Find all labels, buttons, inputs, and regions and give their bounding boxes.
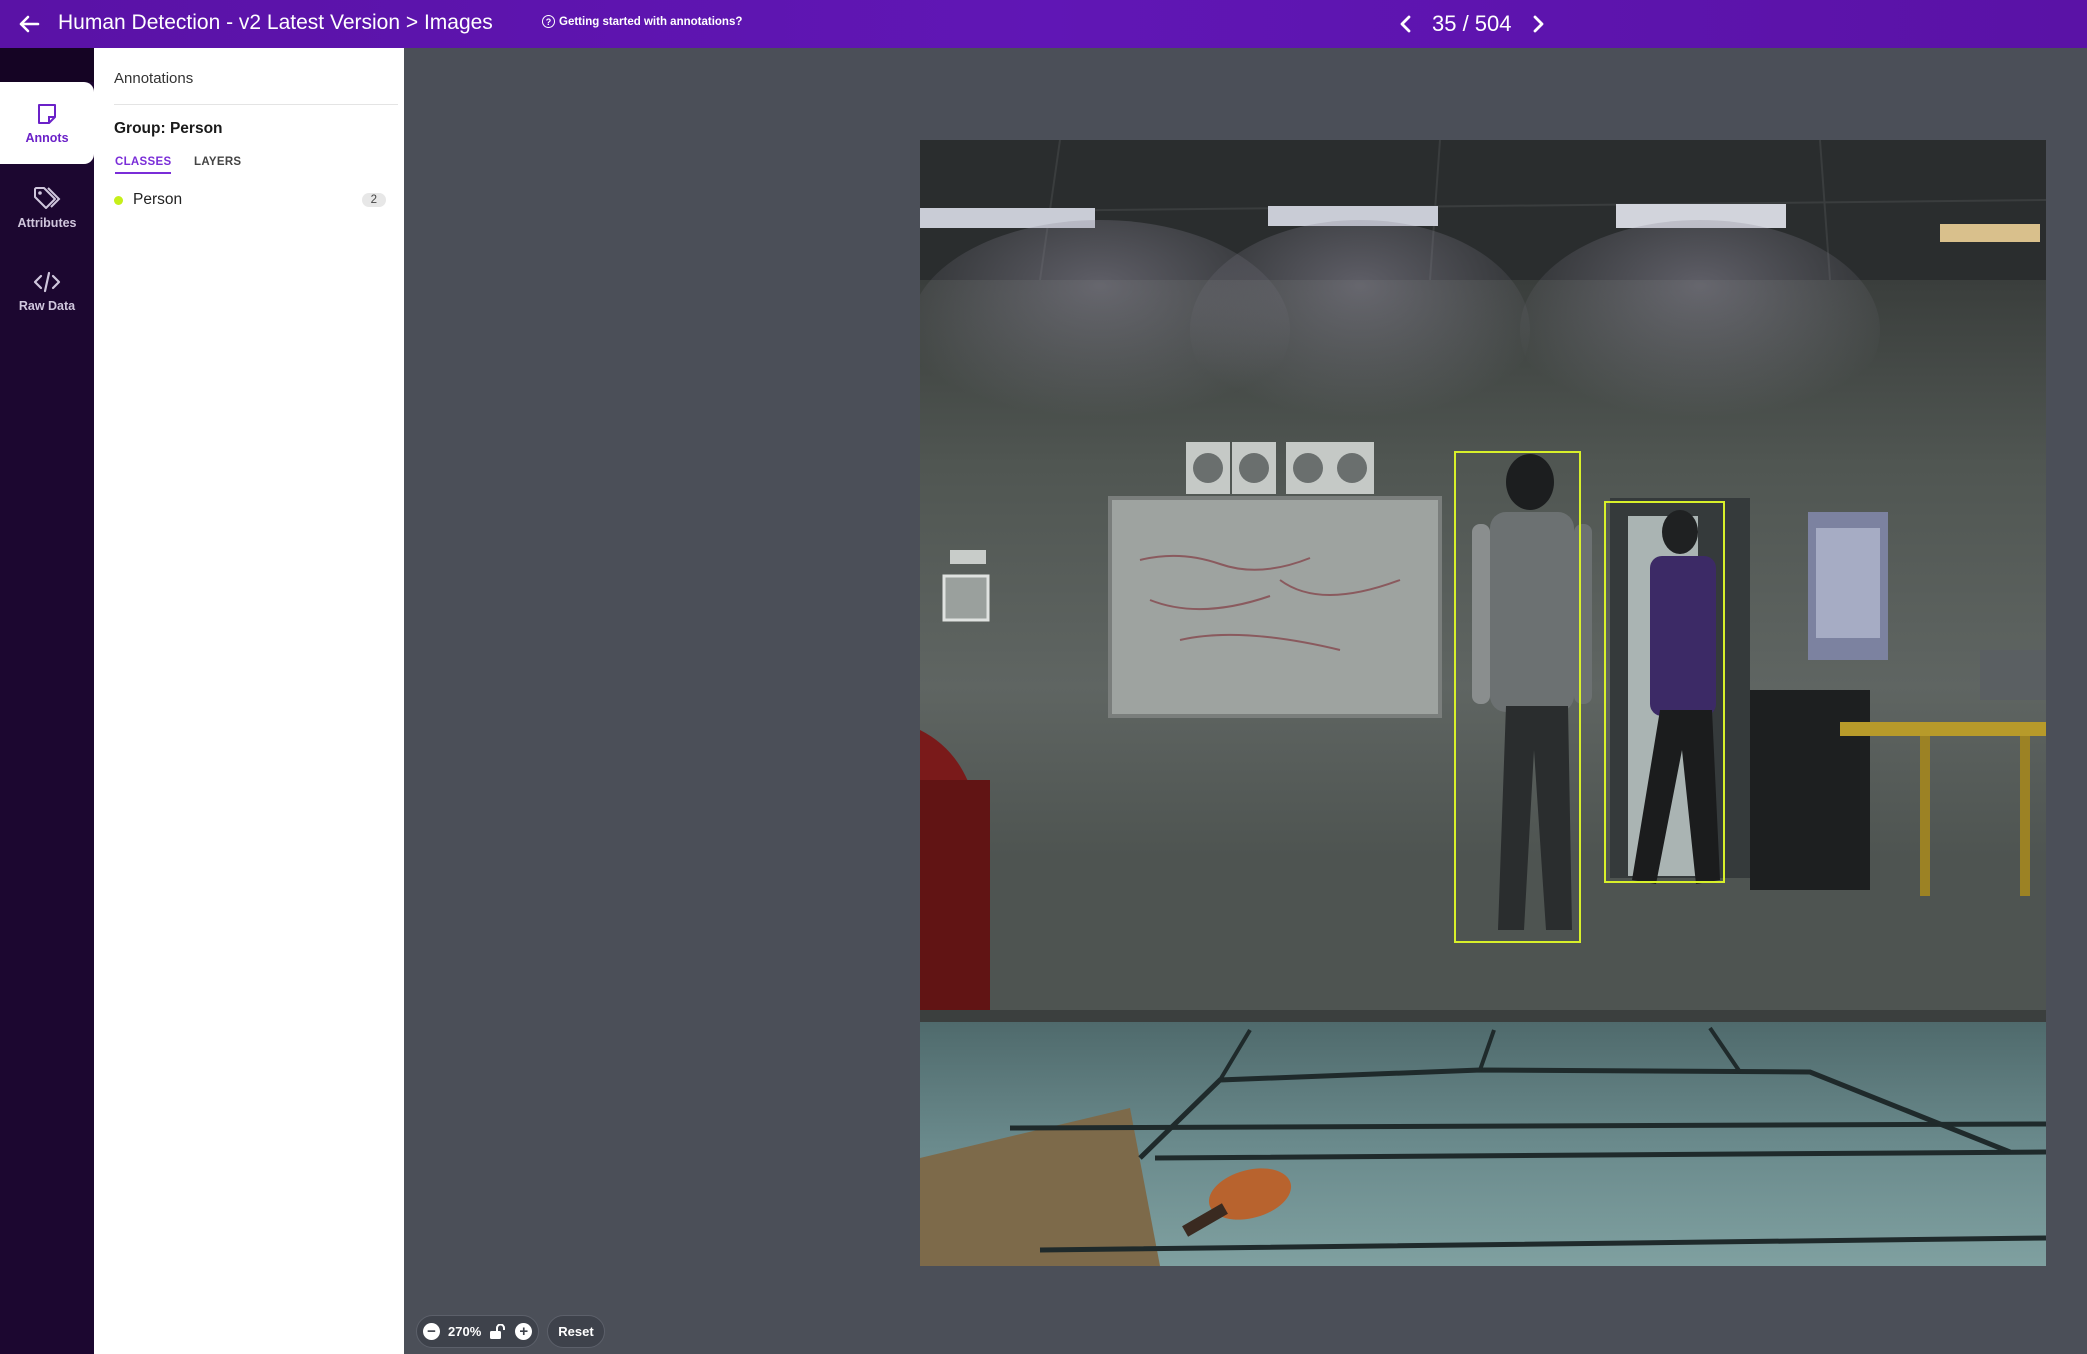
question-circle-icon: ? [542, 15, 555, 28]
class-count-badge: 2 [361, 193, 386, 207]
previous-image-button[interactable] [1390, 8, 1422, 40]
tab-classes[interactable]: CLASSES [115, 156, 172, 174]
group-title: Group: Person [114, 120, 223, 137]
help-link-label: Getting started with annotations? [559, 15, 743, 28]
sidebar-rail: Annots Attributes Raw Data [0, 48, 94, 1354]
rail-item-annots[interactable]: Annots [0, 82, 94, 164]
rail-top-strip [0, 48, 94, 82]
panel-title: Annotations [114, 70, 194, 87]
zoom-out-button[interactable]: − [423, 1323, 440, 1340]
help-link[interactable]: ? Getting started with annotations? [542, 15, 742, 28]
image-pager: 35 / 504 [1390, 8, 1554, 40]
bounding-box-person[interactable] [1604, 501, 1725, 883]
rail-item-attributes[interactable]: Attributes [0, 166, 94, 248]
unlock-icon[interactable] [489, 1323, 507, 1340]
zoom-level: 270% [448, 1324, 482, 1339]
rail-item-label: Attributes [17, 215, 77, 230]
divider [114, 104, 398, 105]
annotated-image[interactable] [920, 140, 2046, 1266]
class-color-dot [114, 195, 123, 205]
reset-zoom-button[interactable]: Reset [547, 1315, 605, 1348]
breadcrumb[interactable]: Human Detection - v2 Latest Version > Im… [58, 9, 493, 37]
top-bar: Human Detection - v2 Latest Version > Im… [0, 0, 2087, 48]
annotations-panel: Annotations Group: Person CLASSES LAYERS… [94, 48, 404, 1354]
class-row-person[interactable]: Person 2 [114, 187, 386, 213]
zoom-controls: − 270% + Reset [416, 1315, 605, 1348]
bounding-box-person[interactable] [1454, 451, 1581, 943]
sticky-note-icon [38, 103, 56, 124]
zoom-pill: − 270% + [416, 1315, 540, 1348]
tab-layers[interactable]: LAYERS [194, 156, 241, 168]
next-image-button[interactable] [1522, 8, 1554, 40]
rail-item-raw-data[interactable]: Raw Data [0, 250, 94, 332]
back-arrow-icon[interactable] [14, 9, 44, 39]
code-icon [33, 271, 61, 292]
zoom-in-button[interactable]: + [515, 1323, 533, 1340]
class-label: Person [133, 191, 183, 208]
annotation-canvas[interactable]: − 270% + Reset [404, 48, 2087, 1354]
image-counter: 35 / 504 [1432, 11, 1512, 36]
rail-item-label: Raw Data [18, 298, 76, 313]
rail-item-label: Annots [25, 130, 69, 145]
chevron-left-icon [1400, 15, 1411, 33]
chevron-right-icon [1533, 15, 1543, 33]
tag-icon [34, 186, 61, 209]
